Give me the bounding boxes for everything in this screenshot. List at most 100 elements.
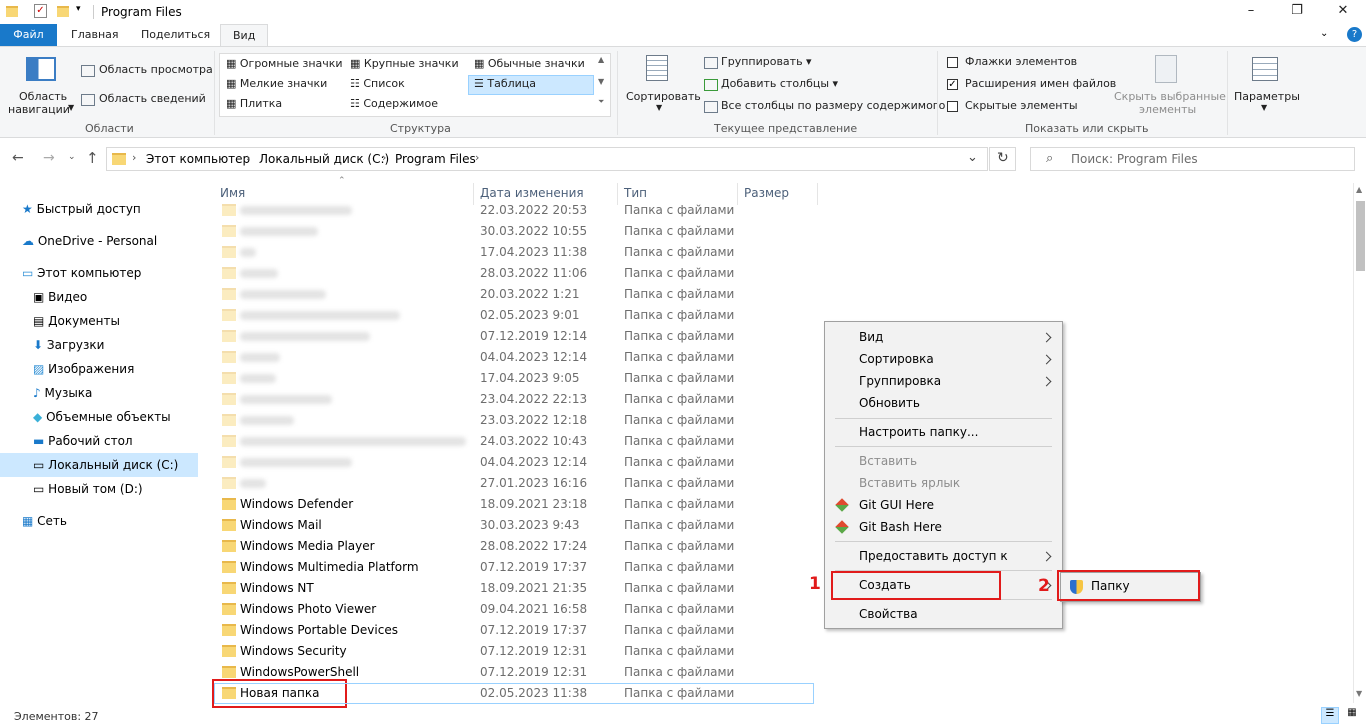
table-row[interactable]: 17.04.2023 11:38 Папка с файлами [214, 242, 814, 263]
table-row[interactable]: Windows Mail 30.03.2023 9:43 Папка с файла… [214, 515, 814, 536]
breadcrumb-chevron-icon[interactable]: › [475, 151, 479, 164]
scroll-up-icon[interactable]: ▲ [1356, 185, 1362, 194]
column-divider[interactable] [817, 183, 818, 205]
table-row[interactable]: 24.03.2022 10:43 Папка с файлами [214, 431, 814, 452]
menu-item-share[interactable]: Предоставить доступ к [859, 545, 1008, 567]
layout-content[interactable]: Содержимое [363, 97, 438, 110]
nav-desktop[interactable]: ▬ Рабочий стол [33, 430, 133, 452]
gallery-expand-icon[interactable]: ⏷ [598, 97, 604, 107]
nav-pane-label[interactable]: Область [19, 90, 67, 103]
tab-home[interactable]: Главная [59, 24, 131, 46]
address-dropdown-icon[interactable]: ⌄ [967, 150, 978, 165]
table-row[interactable]: Windows Defender 18.09.2021 23:18 Папка с … [214, 494, 814, 515]
details-pane-button[interactable]: Область сведений [99, 92, 206, 105]
fit-columns-button[interactable]: Все столбцы по размеру содержимого [721, 99, 945, 112]
table-row[interactable]: 04.04.2023 12:14 Папка с файлами [214, 347, 814, 368]
vertical-scrollbar[interactable]: ▲ ▼ [1353, 183, 1366, 703]
nav-this-pc[interactable]: ▭ Этот компьютер [22, 262, 141, 284]
table-row[interactable]: 23.04.2022 22:13 Папка с файлами [214, 389, 814, 410]
preview-pane-button[interactable]: Область просмотра [99, 63, 213, 76]
hide-selected-button[interactable]: Скрыть выбранные [1114, 90, 1226, 103]
gallery-scroll-up-icon[interactable]: ▲ [598, 55, 604, 64]
menu-item-git-bash[interactable]: Git Bash Here [859, 516, 942, 538]
nav-pane-label2[interactable]: навигации [8, 103, 70, 116]
hidden-items-checkbox[interactable] [947, 101, 958, 112]
nav-drive-c[interactable]: ▭ Локальный диск (C:) [33, 454, 178, 476]
breadcrumb-this-pc[interactable]: Этот компьютер [146, 152, 250, 166]
layout-large-icons[interactable]: Крупные значки [364, 57, 459, 70]
forward-arrow-icon[interactable]: → [43, 150, 55, 166]
nav-pane-dropdown-icon[interactable]: ▼ [68, 103, 74, 112]
large-icons-view-icon[interactable]: ▦ [1343, 707, 1361, 724]
table-row[interactable]: Windows NT 18.09.2021 21:35 Папка с файлам… [214, 578, 814, 599]
layout-medium-icons[interactable]: Обычные значки [488, 57, 585, 70]
table-row[interactable]: 28.03.2022 11:06 Папка с файлами [214, 263, 814, 284]
tab-file[interactable]: Файл [0, 24, 57, 46]
ribbon-collapse-icon[interactable]: ⌄ [1320, 28, 1328, 39]
properties-icon[interactable]: ✓ [34, 4, 47, 18]
close-button[interactable]: ✕ [1320, 0, 1366, 24]
search-box[interactable]: ⌕ Поиск: Program Files [1030, 147, 1355, 171]
menu-item-sort[interactable]: Сортировка [859, 348, 934, 370]
qat-dropdown-icon[interactable]: ▾ [76, 4, 81, 14]
sort-button[interactable]: Сортировать [626, 90, 701, 103]
new-folder-icon[interactable] [57, 6, 69, 17]
table-row[interactable]: 20.03.2022 1:21 Папка с файлами [214, 284, 814, 305]
table-row[interactable]: Windows Portable Devices 07.12.2019 17:37… [214, 620, 814, 641]
menu-item-properties[interactable]: Свойства [859, 603, 918, 625]
table-row[interactable]: 04.04.2023 12:14 Папка с файлами [214, 452, 814, 473]
nav-drive-d[interactable]: ▭ Новый том (D:) [33, 478, 143, 500]
back-arrow-icon[interactable]: ← [12, 150, 24, 166]
layout-details[interactable]: Таблица [487, 77, 536, 90]
menu-item-refresh[interactable]: Обновить [859, 392, 920, 414]
nav-pictures[interactable]: ▨ Изображения [33, 358, 134, 380]
options-button[interactable]: Параметры [1234, 90, 1300, 103]
nav-documents[interactable]: ▤ Документы [33, 310, 120, 332]
breadcrumb-chevron-icon[interactable]: › [246, 151, 250, 164]
add-columns-button[interactable]: Добавить столбцы [721, 77, 829, 90]
options-dropdown-icon[interactable]: ▼ [1261, 103, 1267, 112]
details-view-icon[interactable]: ☰ [1321, 707, 1339, 724]
table-row[interactable]: Windows Photo Viewer 09.04.2021 16:58 Папк… [214, 599, 814, 620]
extensions-checkbox[interactable]: ✓ [947, 79, 958, 90]
nav-videos[interactable]: ▣ Видео [33, 286, 87, 308]
nav-music[interactable]: ♪ Музыка [33, 382, 92, 404]
layout-huge-icons[interactable]: Огромные значки [240, 57, 343, 70]
tab-share[interactable]: Поделиться [129, 24, 222, 46]
menu-item-group[interactable]: Группировка [859, 370, 941, 392]
address-bar[interactable]: › Этот компьютер › Локальный диск (C:) ›… [106, 147, 988, 171]
breadcrumb-chevron-icon[interactable]: › [382, 151, 386, 164]
table-row[interactable]: Windows Multimedia Platform 07.12.2019 17… [214, 557, 814, 578]
nav-3d-objects[interactable]: ◆ Объемные объекты [33, 406, 171, 428]
recent-dropdown-icon[interactable]: ⌄ [68, 152, 76, 162]
sort-dropdown-icon[interactable]: ▼ [656, 103, 662, 112]
table-row[interactable]: 27.01.2023 16:16 Папка с файлами [214, 473, 814, 494]
table-row[interactable]: Windows Security 07.12.2019 12:31 Папка с … [214, 641, 814, 662]
up-arrow-icon[interactable]: ↑ [86, 149, 99, 167]
breadcrumb-program-files[interactable]: Program Files [395, 152, 476, 166]
maximize-button[interactable]: ❐ [1274, 0, 1320, 24]
menu-item-customize[interactable]: Настроить папку... [859, 421, 978, 443]
nav-network[interactable]: ▦ Сеть [22, 510, 67, 532]
menu-item-view[interactable]: Вид [859, 326, 883, 348]
menu-item-git-gui[interactable]: Git GUI Here [859, 494, 934, 516]
layout-small-icons[interactable]: Мелкие значки [240, 77, 327, 90]
table-row[interactable]: 23.03.2022 12:18 Папка с файлами [214, 410, 814, 431]
breadcrumb-chevron-icon[interactable]: › [132, 151, 136, 164]
layout-list[interactable]: Список [363, 77, 404, 90]
scroll-down-icon[interactable]: ▼ [1356, 689, 1362, 698]
table-row[interactable]: 22.03.2022 20:53 Папка с файлами [214, 200, 814, 221]
table-row[interactable]: 07.12.2019 12:14 Папка с файлами [214, 326, 814, 347]
menu-item-paste[interactable]: Вставить [859, 450, 917, 472]
table-row[interactable]: 02.05.2023 9:01 Папка с файлами [214, 305, 814, 326]
group-by-button[interactable]: Группировать [721, 55, 803, 68]
nav-quick-access[interactable]: ★ Быстрый доступ [22, 198, 141, 220]
help-icon[interactable]: ? [1347, 27, 1362, 42]
table-row[interactable]: 30.03.2022 10:55 Папка с файлами [214, 221, 814, 242]
layout-tiles[interactable]: Плитка [240, 97, 282, 110]
menu-item-paste-shortcut[interactable]: Вставить ярлык [859, 472, 960, 494]
refresh-button[interactable]: ↻ [989, 147, 1016, 171]
scrollbar-thumb[interactable] [1356, 201, 1365, 271]
nav-onedrive[interactable]: ☁ OneDrive - Personal [22, 230, 157, 252]
item-checkboxes-checkbox[interactable] [947, 57, 958, 68]
